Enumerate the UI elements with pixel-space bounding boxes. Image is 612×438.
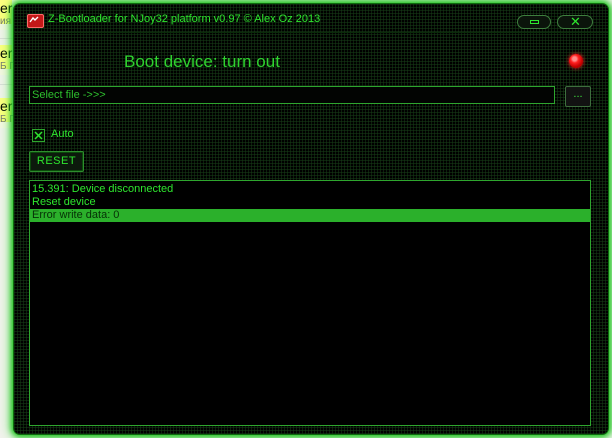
window-title: Z-Bootloader for NJoy32 platform v0.97 ©…	[48, 13, 321, 25]
minimize-button[interactable]	[517, 15, 551, 29]
browse-button[interactable]: ...	[565, 86, 591, 107]
close-button[interactable]: ✕	[557, 14, 593, 29]
boot-status-title: Boot device: turn out	[124, 52, 280, 71]
log-line[interactable]: Reset device	[30, 196, 590, 209]
reset-button[interactable]: RESET	[29, 151, 84, 172]
file-path-input[interactable]	[29, 86, 555, 104]
log-line[interactable]: 15.391: Device disconnected	[30, 183, 590, 196]
status-indicator-icon	[569, 54, 583, 68]
background-text: ия	[0, 16, 12, 27]
auto-label[interactable]: Auto	[51, 128, 74, 140]
bootloader-window: Z-Bootloader for NJoy32 platform v0.97 ©…	[14, 4, 608, 434]
log-line-selected[interactable]: Error write data: 0	[30, 209, 590, 222]
auto-checkbox[interactable]	[32, 129, 45, 142]
minimize-icon	[530, 20, 539, 24]
checkmark-icon	[34, 131, 43, 140]
close-icon: ✕	[570, 14, 581, 29]
app-icon	[27, 14, 44, 28]
log-panel[interactable]: 15.391: Device disconnected Reset device…	[29, 180, 591, 426]
title-bar[interactable]: Z-Bootloader for NJoy32 platform v0.97 ©…	[14, 4, 608, 33]
